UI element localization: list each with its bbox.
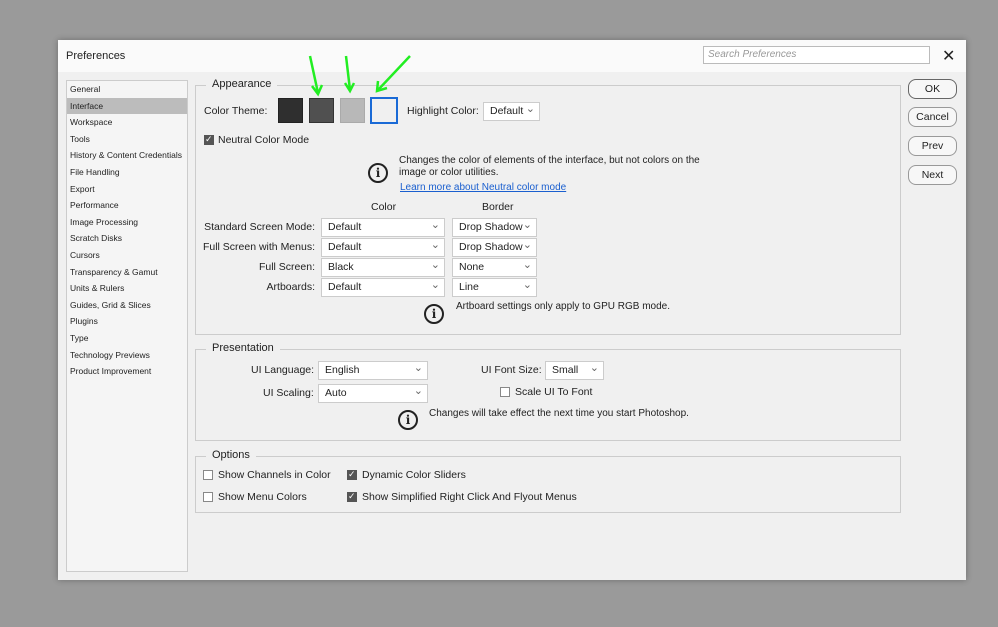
neutral-info-text: Changes the color of elements of the int… [399, 155, 700, 166]
sidebar-item[interactable]: Technology Previews [67, 347, 187, 364]
screen-mode-label: Full Screen with Menus: [202, 241, 315, 253]
highlight-color-label: Highlight Color: [407, 105, 479, 117]
sidebar-item[interactable]: Performance [67, 197, 187, 214]
simplified-menus-checkbox[interactable] [347, 491, 357, 502]
preferences-dialog: Preferences Search Preferences ✕ General… [58, 40, 966, 580]
show-channels-label: Show Channels in Color [218, 469, 331, 481]
ui-font-size-label: UI Font Size: [481, 364, 542, 376]
dynamic-color-sliders-checkbox[interactable] [347, 469, 357, 480]
screen-color-select[interactable]: Black [321, 258, 445, 277]
sidebar-item[interactable]: Tools [67, 131, 187, 148]
dynamic-color-sliders-label: Dynamic Color Sliders [362, 469, 466, 481]
prev-button[interactable]: Prev [908, 136, 957, 156]
info-icon: i [368, 163, 388, 183]
neutral-info-text-2: image or color utilities. [399, 167, 499, 178]
info-icon: i [398, 410, 418, 430]
highlight-color-select[interactable]: Default [483, 102, 540, 121]
sidebar: General Interface Workspace Tools History & … [66, 80, 188, 572]
title-bar: Preferences Search Preferences ✕ [58, 40, 966, 72]
screen-mode-label: Standard Screen Mode: [204, 221, 315, 233]
ui-language-label: UI Language: [251, 364, 315, 376]
sidebar-item[interactable]: Type [67, 330, 187, 347]
sidebar-item[interactable]: Transparency & Gamut [67, 264, 187, 281]
sidebar-item[interactable]: Guides, Grid & Slices [67, 297, 187, 314]
screen-border-select[interactable]: Drop Shadow [452, 238, 537, 257]
sidebar-item[interactable]: Export [67, 181, 187, 198]
theme-light[interactable] [340, 98, 365, 123]
arrow-1 [308, 55, 324, 97]
screen-border-select[interactable]: Line [452, 278, 537, 297]
info-icon: i [424, 304, 444, 324]
sidebar-item[interactable]: General [67, 81, 187, 98]
screen-border-select[interactable]: None [452, 258, 537, 277]
ui-scaling-label: UI Scaling: [263, 387, 314, 399]
show-menu-colors-checkbox[interactable] [203, 492, 213, 502]
screen-color-select[interactable]: Default [321, 278, 445, 297]
theme-dark[interactable] [309, 98, 334, 123]
search-input[interactable]: Search Preferences [703, 46, 930, 64]
sidebar-item[interactable]: Units & Rulers [67, 280, 187, 297]
annotation-arrows [308, 55, 411, 97]
screen-mode-label: Full Screen: [258, 261, 315, 273]
appearance-legend: Appearance [206, 78, 278, 90]
color-theme-label: Color Theme: [204, 105, 268, 117]
sidebar-item[interactable]: Plugins [67, 313, 187, 330]
presentation-info-text: Changes will take effect the next time y… [429, 408, 689, 419]
next-button[interactable]: Next [908, 165, 957, 185]
border-column-header: Border [482, 201, 514, 213]
show-channels-in-color-checkbox[interactable] [203, 470, 213, 480]
theme-lightest-selected[interactable] [370, 97, 398, 124]
screen-border-select[interactable]: Drop Shadow [452, 218, 537, 237]
sidebar-item[interactable]: Interface [67, 97, 187, 115]
screen-color-select[interactable]: Default [321, 238, 445, 257]
arrow-2 [343, 55, 356, 94]
scale-ui-to-font-label: Scale UI To Font [515, 386, 593, 398]
presentation-legend: Presentation [206, 342, 280, 354]
arrow-3 [375, 55, 411, 93]
sidebar-item[interactable]: Product Improvement [67, 363, 187, 380]
screen-color-select[interactable]: Default [321, 218, 445, 237]
ui-language-select[interactable]: English [318, 361, 428, 380]
sidebar-item[interactable]: Cursors [67, 247, 187, 264]
sidebar-item[interactable]: Scratch Disks [67, 230, 187, 247]
ui-font-size-select[interactable]: Small [545, 361, 604, 380]
sidebar-item[interactable]: Image Processing [67, 214, 187, 231]
simplified-menus-label: Show Simplified Right Click And Flyout M… [362, 491, 577, 503]
options-legend: Options [206, 449, 256, 461]
neutral-color-mode-checkbox[interactable] [204, 134, 214, 145]
neutral-learn-more-link[interactable]: Learn more about Neutral color mode [400, 182, 566, 193]
show-menu-colors-label: Show Menu Colors [218, 491, 307, 503]
sidebar-item[interactable]: History & Content Credentials [67, 147, 187, 164]
close-icon[interactable]: ✕ [942, 46, 955, 66]
screen-mode-label: Artboards: [266, 281, 315, 293]
artboard-info-text: Artboard settings only apply to GPU RGB … [456, 301, 670, 312]
neutral-color-mode-label: Neutral Color Mode [218, 134, 310, 146]
options-group: Options [195, 449, 901, 513]
dialog-title: Preferences [66, 50, 126, 62]
color-column-header: Color [371, 201, 397, 213]
ok-button[interactable]: OK [908, 79, 957, 99]
sidebar-item[interactable]: Workspace [67, 114, 187, 131]
theme-darkest[interactable] [278, 98, 303, 123]
cancel-button[interactable]: Cancel [908, 107, 957, 127]
scale-ui-to-font-checkbox[interactable] [500, 387, 510, 397]
sidebar-item[interactable]: File Handling [67, 164, 187, 181]
ui-scaling-select[interactable]: Auto [318, 384, 428, 403]
